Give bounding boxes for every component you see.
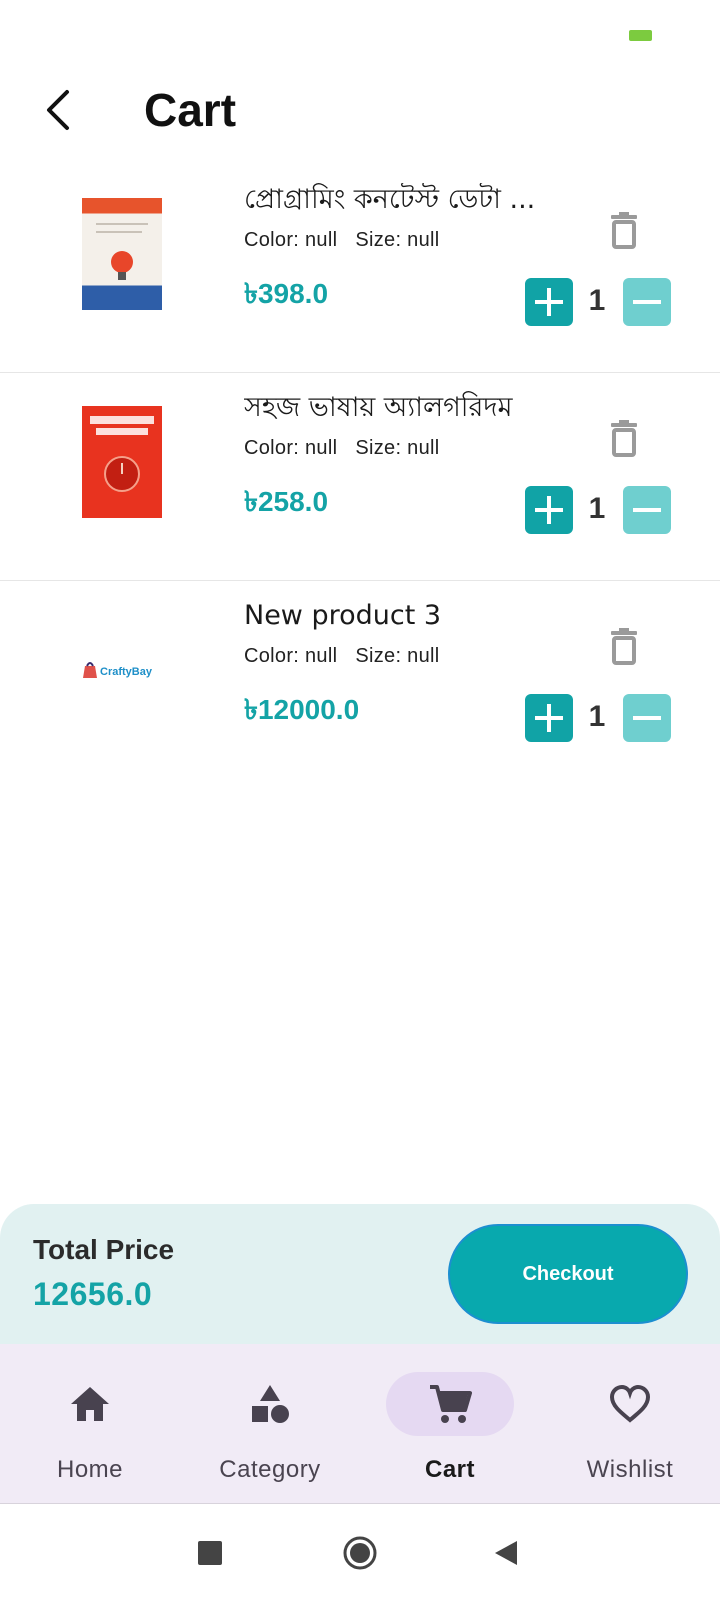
- app-bar: Cart: [0, 70, 720, 150]
- minus-icon: [633, 508, 661, 512]
- home-icon: [71, 1387, 109, 1421]
- cart-item: প্রোগ্রামিং কনটেস্ট ডেটা ... Color: null…: [0, 165, 720, 373]
- plus-icon: [535, 496, 563, 524]
- system-navigation-bar: [0, 1505, 720, 1600]
- product-price: ৳12000.0: [244, 694, 360, 725]
- color-label: Color: null: [244, 645, 338, 667]
- product-price: ৳398.0: [244, 278, 329, 309]
- total-panel: Total Price 12656.0 Checkout: [0, 1204, 720, 1344]
- back-button[interactable]: [32, 84, 84, 136]
- product-image: [82, 406, 162, 518]
- trash-icon: [611, 628, 637, 665]
- size-label: Size: null: [355, 229, 440, 251]
- cart-icon: [430, 1385, 472, 1423]
- decrease-quantity-button[interactable]: [623, 694, 671, 742]
- nav-label: Category: [219, 1456, 321, 1483]
- delete-button[interactable]: [600, 207, 648, 255]
- trash-icon: [611, 212, 637, 249]
- quantity-value: 1: [588, 492, 606, 525]
- heart-icon: [609, 1385, 651, 1423]
- total-price-label: Total Price: [33, 1234, 175, 1265]
- product-image: CraftyBay: [82, 614, 162, 726]
- status-bar: [0, 0, 720, 60]
- total-price-value: 12656.0: [33, 1276, 153, 1312]
- color-label: Color: null: [244, 437, 338, 459]
- product-name: New product 3: [244, 600, 442, 631]
- page-title: Cart: [144, 84, 237, 136]
- circle-icon: [343, 1536, 377, 1570]
- plus-icon: [535, 288, 563, 316]
- increase-quantity-button[interactable]: [525, 694, 573, 742]
- minus-icon: [633, 300, 661, 304]
- cart-item: CraftyBay New product 3 Color: null Size:…: [0, 581, 720, 789]
- increase-quantity-button[interactable]: [525, 486, 573, 534]
- bottom-navigation: Home Category Cart Wishlist: [0, 1344, 720, 1504]
- nav-item-category[interactable]: Category: [180, 1372, 360, 1483]
- product-image: [82, 198, 162, 310]
- decrease-quantity-button[interactable]: [623, 486, 671, 534]
- increase-quantity-button[interactable]: [525, 278, 573, 326]
- chevron-left-icon: [47, 90, 69, 130]
- product-attributes: Color: null Size: null: [244, 435, 458, 461]
- nav-label: Wishlist: [586, 1456, 674, 1483]
- size-label: Size: null: [355, 437, 440, 459]
- trash-icon: [611, 420, 637, 457]
- quantity-value: 1: [588, 700, 606, 733]
- product-price: ৳258.0: [244, 486, 329, 517]
- delete-button[interactable]: [600, 623, 648, 671]
- product-attributes: Color: null Size: null: [244, 643, 458, 669]
- home-system-button[interactable]: [340, 1533, 380, 1573]
- product-name: সহজ ভাষায় অ্যালগরিদম: [244, 392, 513, 423]
- size-label: Size: null: [355, 645, 440, 667]
- product-name: প্রোগ্রামিং কনটেস্ট ডেটা ...: [244, 184, 536, 215]
- battery-icon: [629, 30, 652, 41]
- plus-icon: [535, 704, 563, 732]
- nav-item-wishlist[interactable]: Wishlist: [540, 1372, 720, 1483]
- category-icon: [252, 1385, 289, 1423]
- product-attributes: Color: null Size: null: [244, 227, 458, 253]
- nav-item-cart[interactable]: Cart: [360, 1372, 540, 1483]
- nav-label: Cart: [424, 1456, 475, 1483]
- cart-item: সহজ ভাষায় অ্যালগরিদম Color: null Size: n…: [0, 373, 720, 581]
- color-label: Color: null: [244, 229, 338, 251]
- triangle-back-icon: [495, 1541, 517, 1565]
- logo-text: CraftyBay: [100, 666, 153, 678]
- delete-button[interactable]: [600, 415, 648, 463]
- minus-icon: [633, 716, 661, 720]
- nav-label: Home: [56, 1456, 124, 1483]
- cart-list: প্রোগ্রামিং কনটেস্ট ডেটা ... Color: null…: [0, 165, 720, 789]
- nav-item-home[interactable]: Home: [0, 1372, 180, 1483]
- back-system-button[interactable]: [486, 1533, 526, 1573]
- recents-button[interactable]: [190, 1533, 230, 1573]
- checkout-button[interactable]: Checkout: [448, 1224, 688, 1324]
- craftybay-logo: CraftyBay: [83, 662, 153, 678]
- decrease-quantity-button[interactable]: [623, 278, 671, 326]
- square-icon: [198, 1541, 222, 1565]
- quantity-value: 1: [588, 284, 606, 317]
